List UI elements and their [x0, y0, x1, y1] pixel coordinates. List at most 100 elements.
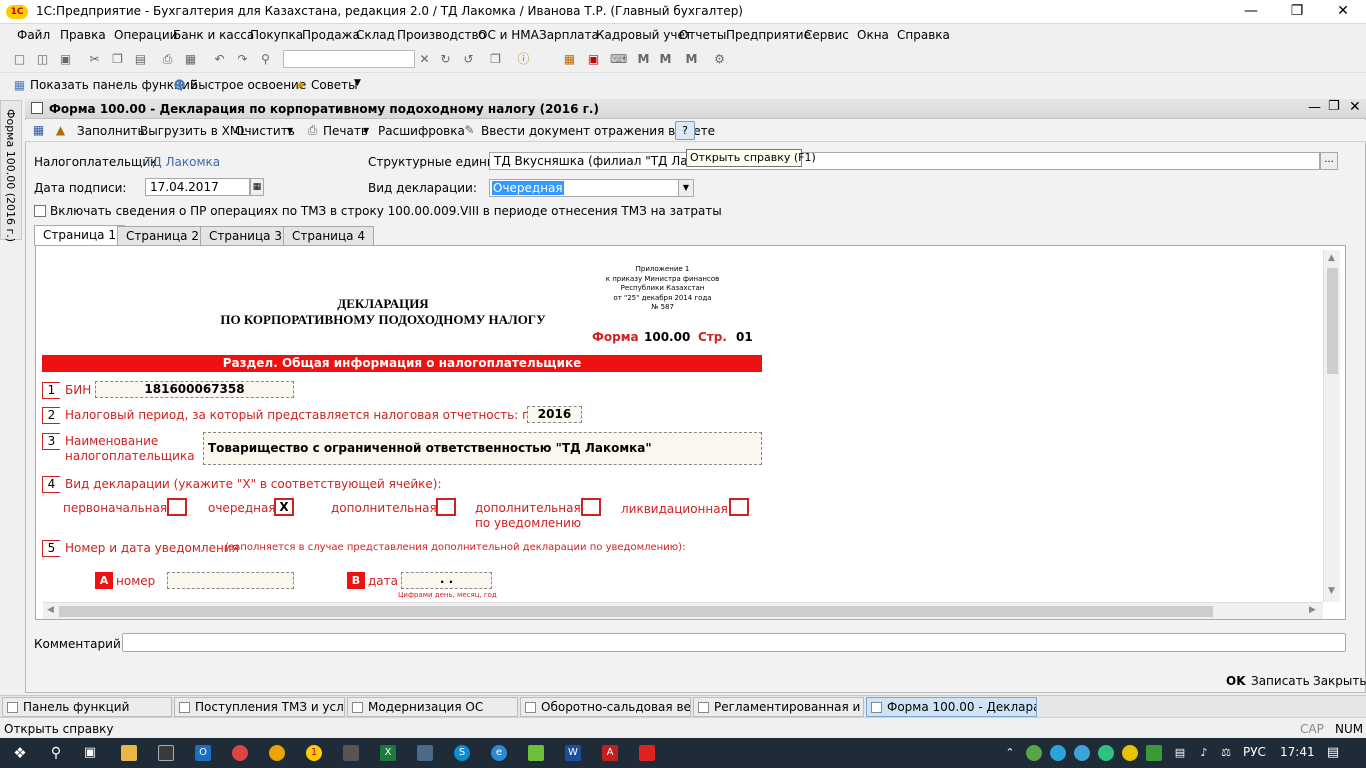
search-icon[interactable]: ⚲: [48, 745, 64, 761]
export-xml-button[interactable]: Выгрузить в XML: [140, 124, 247, 138]
chrome-icon[interactable]: [232, 745, 248, 761]
decode-button[interactable]: Расшифровка: [378, 124, 465, 138]
open-window-strip[interactable]: Форма 100.00 (2016 г.): [0, 100, 22, 242]
menu-enterprise[interactable]: Предприятие: [726, 28, 811, 42]
bin-field[interactable]: 181600067358: [95, 381, 294, 398]
word-icon[interactable]: W: [565, 745, 581, 761]
tax-year-field[interactable]: 2016: [527, 406, 582, 423]
chevron-down-icon[interactable]: ▼: [678, 179, 694, 197]
open-folder-icon[interactable]: ◫: [35, 52, 50, 67]
clear-dropdown-icon[interactable]: ▼: [287, 126, 293, 135]
keyboard-icon[interactable]: ⌨: [610, 52, 627, 67]
taxpayer-link[interactable]: ТД Лакомка: [145, 155, 220, 169]
calculator-app-icon[interactable]: [343, 745, 359, 761]
tray-teamviewer-icon[interactable]: [1050, 745, 1066, 761]
save-button[interactable]: Записать: [1251, 674, 1310, 688]
comment-input[interactable]: [122, 633, 1346, 652]
notice-date-field[interactable]: . .: [401, 572, 492, 589]
search-next-icon[interactable]: ↻: [438, 52, 453, 67]
calendar-picker-icon[interactable]: ▦: [250, 178, 264, 196]
notice-number-field[interactable]: [167, 572, 294, 589]
fill-button[interactable]: Заполнить: [77, 124, 145, 138]
paste-icon[interactable]: ▤: [133, 52, 148, 67]
outlook-icon[interactable]: O: [195, 745, 211, 761]
minimize-button[interactable]: —: [1228, 0, 1274, 24]
memory-icon[interactable]: M: [636, 52, 651, 67]
menu-sales[interactable]: Продажа: [302, 28, 360, 42]
onec-icon[interactable]: 1: [306, 745, 322, 761]
ok-button[interactable]: OK: [1226, 674, 1246, 688]
tray-app-icon[interactable]: [1026, 745, 1042, 761]
tray-app3-icon[interactable]: [1122, 745, 1138, 761]
tab-page-1[interactable]: Страница 1: [34, 225, 125, 246]
maximize-button[interactable]: ❐: [1274, 0, 1320, 24]
tray-network-icon[interactable]: ▤: [1172, 745, 1188, 761]
scroll-down-icon[interactable]: ▼: [1328, 586, 1335, 596]
settings-icon[interactable]: ⚙: [712, 52, 727, 67]
window-tab-regulated[interactable]: Регламентированная и фин...: [693, 697, 864, 717]
info-icon[interactable]: ⓘ: [516, 52, 531, 67]
menu-reports[interactable]: Отчеты: [679, 28, 726, 42]
structural-units-field[interactable]: ТД Вкусняшка (филиал "ТД Лакомка: [489, 152, 1320, 170]
tips-dropdown-icon[interactable]: ▼: [354, 78, 361, 88]
memory-plus-icon[interactable]: M: [658, 52, 673, 67]
close-window-button[interactable]: ✕: [1320, 0, 1366, 24]
undo-icon[interactable]: ↶: [212, 52, 227, 67]
store-icon[interactable]: [158, 745, 174, 761]
print-button[interactable]: Печать: [323, 124, 368, 138]
tray-chevron-icon[interactable]: ⌃: [1002, 745, 1018, 761]
skype-icon[interactable]: S: [454, 745, 470, 761]
include-checkbox[interactable]: [34, 205, 46, 217]
cut-icon[interactable]: ✂: [87, 52, 102, 67]
tips-button[interactable]: Советы: [311, 78, 358, 92]
new-doc-icon[interactable]: □: [12, 52, 27, 67]
menu-production[interactable]: Производство: [397, 28, 486, 42]
option-notice-checkbox[interactable]: [581, 498, 601, 516]
form-grid-icon[interactable]: ▦: [31, 123, 46, 138]
notifications-icon[interactable]: ▤: [1325, 745, 1341, 761]
structural-units-select-button[interactable]: ...: [1320, 152, 1338, 170]
tray-drive-icon[interactable]: [1146, 745, 1162, 761]
task-view-icon[interactable]: ▣: [82, 745, 98, 761]
menu-operations[interactable]: Операции: [114, 28, 177, 42]
form-restore-button[interactable]: ❐: [1328, 99, 1340, 114]
app-green-icon[interactable]: [528, 745, 544, 761]
memory-minus-icon[interactable]: M: [684, 52, 699, 67]
menu-help[interactable]: Справка: [897, 28, 950, 42]
tab-page-4[interactable]: Страница 4: [283, 226, 374, 245]
menu-warehouse[interactable]: Склад: [356, 28, 395, 42]
vertical-scroll-thumb[interactable]: [1327, 268, 1338, 374]
close-button[interactable]: Закрыть: [1313, 674, 1366, 688]
menu-service[interactable]: Сервис: [804, 28, 849, 42]
menu-purchase[interactable]: Покупка: [250, 28, 303, 42]
excel-icon[interactable]: X: [380, 745, 396, 761]
help-icon[interactable]: ?: [675, 121, 695, 140]
file-explorer-icon[interactable]: [121, 745, 137, 761]
scroll-up-icon[interactable]: ▲: [1328, 253, 1335, 263]
clear-search-icon[interactable]: ✕: [417, 52, 432, 67]
quick-learn-button[interactable]: Быстрое освоение: [190, 78, 306, 92]
redo-icon[interactable]: ↷: [235, 52, 250, 67]
preview-icon[interactable]: ▦: [183, 52, 198, 67]
copy-icon[interactable]: ❐: [110, 52, 125, 67]
find-icon[interactable]: ⚲: [258, 52, 273, 67]
window-tab-balance-sheet[interactable]: Оборотно-сальдовая ведом...: [520, 697, 691, 717]
tray-clock[interactable]: 17:41: [1280, 745, 1315, 759]
option-initial-checkbox[interactable]: [167, 498, 187, 516]
menu-bank[interactable]: Банк и касса: [173, 28, 254, 42]
horizontal-scroll-thumb[interactable]: [59, 606, 1213, 617]
windows-start-icon[interactable]: ❖: [12, 745, 28, 761]
form-close-button[interactable]: ✕: [1349, 99, 1361, 115]
menu-file[interactable]: Файл: [17, 28, 50, 42]
clear-button[interactable]: Очистить: [235, 124, 295, 138]
tray-app2-icon[interactable]: [1098, 745, 1114, 761]
print-icon[interactable]: ⎙: [160, 52, 175, 67]
window-tab-receipts[interactable]: Поступления ТМЗ и услуг: [174, 697, 345, 717]
tab-page-3[interactable]: Страница 3: [200, 226, 291, 245]
search-prev-icon[interactable]: ↺: [461, 52, 476, 67]
app-chat-icon[interactable]: [417, 745, 433, 761]
option-additional-checkbox[interactable]: [436, 498, 456, 516]
scroll-right-icon[interactable]: ▶: [1309, 605, 1316, 615]
tray-speaker-icon[interactable]: ♪: [1196, 745, 1212, 761]
app-orange-icon[interactable]: [269, 745, 285, 761]
